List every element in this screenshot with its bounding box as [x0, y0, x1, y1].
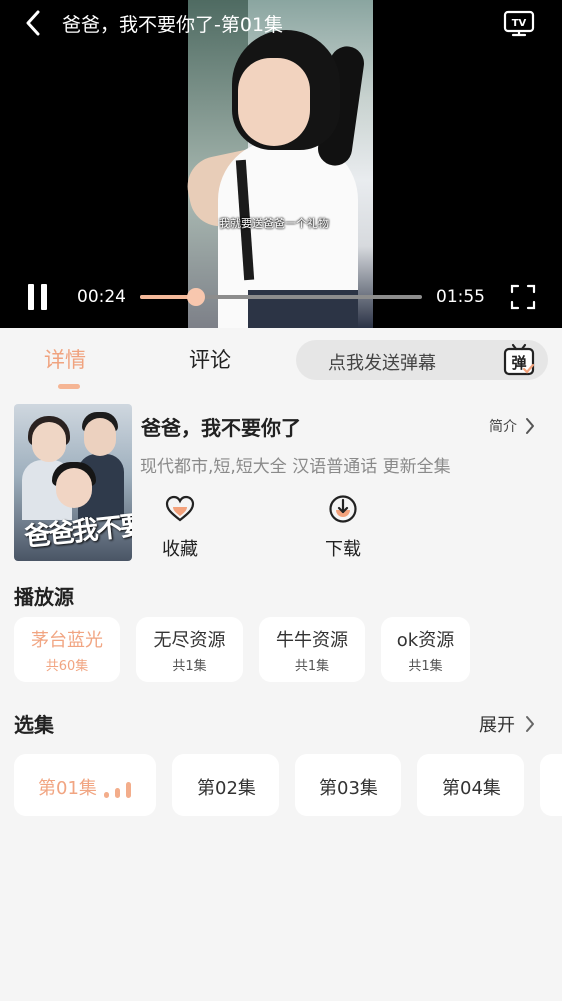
source-name: 茅台蓝光 — [31, 630, 103, 651]
fullscreen-icon — [510, 284, 536, 310]
player-top-bar: 爸爸，我不要你了-第01集 TV — [0, 0, 562, 46]
poster-figure — [32, 422, 66, 462]
episode-label: 第01集 — [38, 778, 97, 799]
intro-label: 简介 — [489, 419, 517, 435]
back-arrow-icon — [26, 10, 40, 36]
episode-chip[interactable]: 第04集 — [417, 754, 524, 816]
source-name: ok资源 — [396, 630, 455, 651]
episode-label: 第02集 — [197, 778, 256, 799]
source-chip[interactable]: 无尽资源 共1集 — [136, 617, 243, 682]
source-name: 牛牛资源 — [276, 630, 348, 651]
tv-cast-button[interactable]: TV — [503, 8, 535, 38]
download-button[interactable]: 下载 — [313, 490, 373, 562]
episode-chip[interactable]: 第02集 — [172, 754, 279, 816]
source-chip[interactable]: 牛牛资源 共1集 — [259, 617, 365, 682]
source-count: 共1集 — [408, 659, 443, 674]
episode-chip-partial[interactable] — [540, 754, 562, 816]
chevron-right-icon — [526, 418, 534, 434]
episode-chip[interactable]: 第01集 — [14, 754, 156, 816]
drama-poster[interactable]: 爸爸我不要你了 — [14, 404, 132, 561]
tab-active-indicator — [58, 384, 80, 389]
tv-cast-icon: TV — [503, 10, 535, 37]
svg-text:TV: TV — [512, 18, 527, 29]
intro-link[interactable]: 简介 — [489, 416, 535, 436]
favorite-label: 收藏 — [162, 539, 198, 560]
fullscreen-button[interactable] — [510, 284, 536, 310]
episode-chip[interactable]: 第03集 — [295, 754, 401, 816]
tab-detail[interactable]: 详情 — [44, 344, 86, 374]
pause-button[interactable] — [26, 284, 50, 310]
drama-tags: 现代都市,短,短大全 汉语普通话 更新全集 — [140, 457, 451, 477]
heart-icon — [165, 495, 195, 522]
total-time: 01:55 — [436, 287, 485, 307]
pause-icon — [28, 284, 34, 310]
source-count: 共1集 — [172, 659, 207, 674]
source-count: 共1集 — [294, 659, 330, 674]
progress-thumb[interactable] — [187, 288, 206, 306]
tab-comment[interactable]: 评论 — [189, 344, 231, 374]
poster-figure — [56, 468, 92, 508]
video-face — [238, 58, 310, 146]
player-controls: 00:24 01:55 — [0, 276, 562, 320]
source-chip[interactable]: ok资源 共1集 — [381, 617, 470, 682]
episode-label: 第04集 — [442, 778, 501, 799]
pause-icon-bar — [41, 284, 47, 310]
back-button[interactable] — [18, 8, 48, 38]
progress-bar[interactable] — [140, 288, 422, 306]
now-playing-icon — [104, 780, 132, 798]
episodes-title: 选集 — [14, 713, 54, 737]
video-title: 爸爸，我不要你了-第01集 — [62, 14, 284, 36]
download-label: 下载 — [325, 539, 361, 560]
source-chip[interactable]: 茅台蓝光 共60集 — [14, 617, 120, 682]
danmaku-send-box[interactable]: 点我发送弹幕 弹 — [296, 340, 548, 380]
chevron-right-icon — [526, 716, 534, 732]
danmaku-input[interactable]: 点我发送弹幕 — [328, 349, 436, 375]
source-name: 无尽资源 — [153, 630, 226, 651]
favorite-button[interactable]: 收藏 — [150, 490, 210, 562]
expand-label: 展开 — [479, 715, 515, 736]
episode-label: 第03集 — [319, 778, 378, 799]
expand-button[interactable]: 展开 — [479, 711, 535, 737]
sources-title: 播放源 — [14, 585, 74, 609]
danmaku-icon[interactable]: 弹 — [502, 343, 536, 377]
episode-list[interactable]: 第01集 第02集 第03集 第04集 — [0, 754, 562, 816]
video-subtitle: 我就要送爸爸一个礼物 — [219, 217, 329, 230]
poster-figure — [84, 418, 116, 456]
video-player[interactable]: 我就要送爸爸一个礼物 爸爸，我不要你了-第01集 TV 00:24 01:55 — [0, 0, 562, 328]
drama-title: 爸爸，我不要你了 — [141, 416, 301, 440]
current-time: 00:24 — [77, 287, 126, 307]
detail-tabs: 详情 评论 点我发送弹幕 弹 — [0, 328, 562, 394]
source-count: 共60集 — [45, 659, 89, 674]
download-icon — [329, 495, 357, 523]
